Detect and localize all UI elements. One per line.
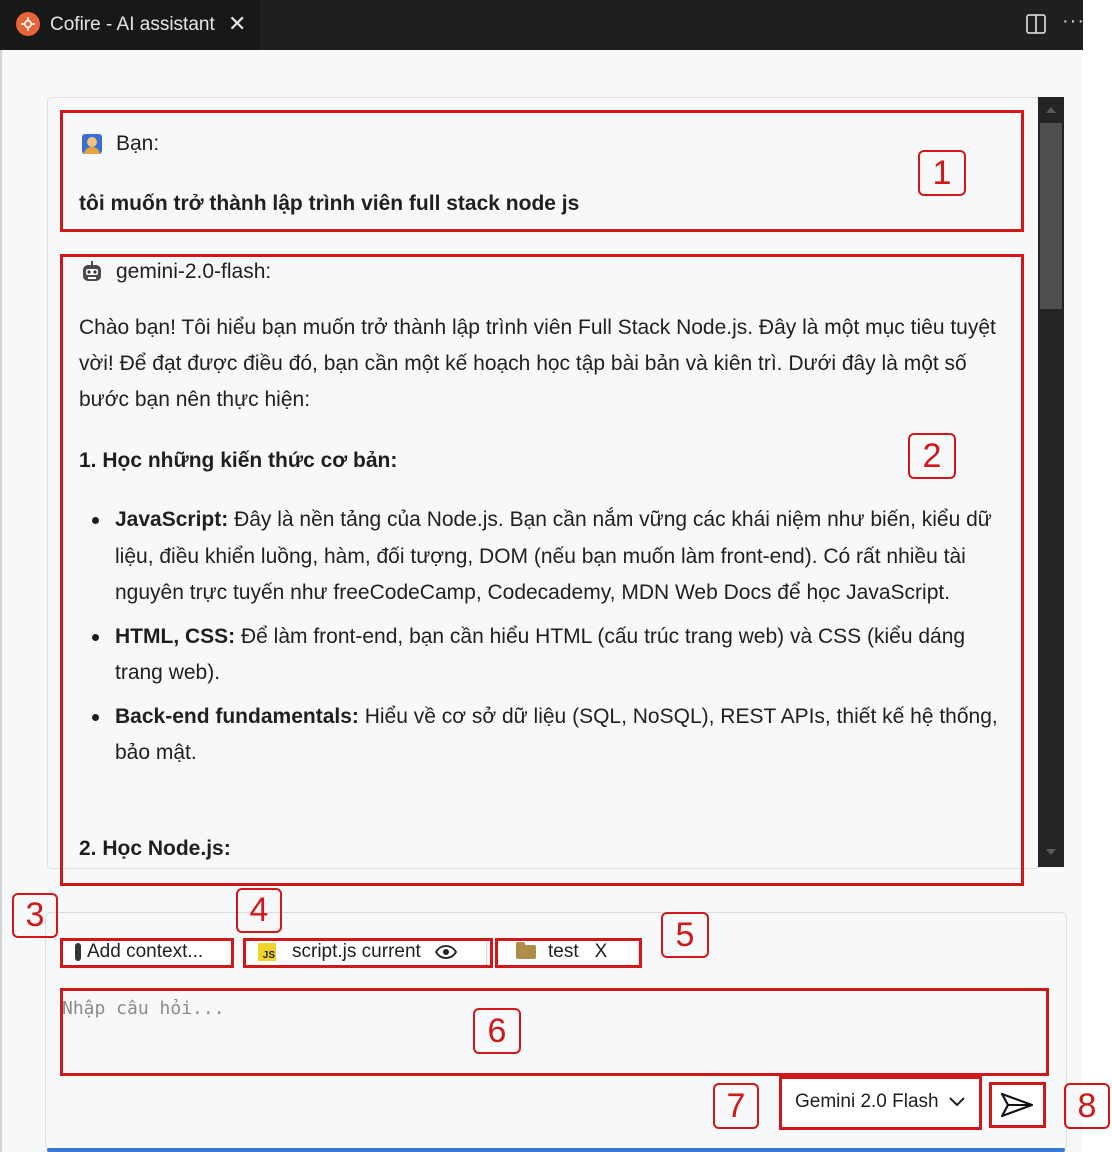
model-select-value: Gemini 2.0 Flash: [795, 1091, 939, 1112]
paperclip-icon: [75, 943, 81, 961]
editor-tab-bar: Cofire - AI assistant ✕ ···: [0, 0, 1085, 50]
bot-bullet-list: JavaScript: Đây là nền tảng của Node.js.…: [79, 502, 1009, 779]
bot-section-2-heading: 2. Học Node.js:: [79, 837, 231, 860]
input-focus-accent: [47, 1148, 1065, 1152]
annotation-badge-3: 3: [12, 893, 58, 938]
add-context-button[interactable]: Add context...: [62, 938, 234, 966]
eye-icon[interactable]: [434, 945, 457, 959]
close-icon[interactable]: ✕: [228, 11, 246, 37]
remove-context-button[interactable]: X: [595, 941, 608, 963]
chevron-down-icon: [948, 1097, 965, 1107]
robot-icon: [83, 261, 101, 281]
annotation-badge-8: 8: [1064, 1083, 1110, 1129]
add-context-label: Add context...: [87, 941, 204, 962]
list-item: JavaScript: Đây là nền tảng của Node.js.…: [79, 502, 1009, 612]
scrollbar-thumb[interactable]: [1040, 123, 1062, 309]
send-button[interactable]: [991, 1084, 1043, 1126]
bot-label: gemini-2.0-flash:: [116, 260, 272, 283]
user-label: Bạn:: [116, 132, 160, 155]
bot-section-1-heading: 1. Học những kiến thức cơ bản:: [79, 449, 398, 472]
bot-intro: Chào bạn! Tôi hiểu bạn muốn trở thành lậ…: [79, 310, 1009, 418]
list-item: HTML, CSS: Để làm front-end, bạn cần hiể…: [79, 619, 1009, 692]
tab-cofire-assistant[interactable]: Cofire - AI assistant ✕: [0, 0, 260, 50]
annotation-badge-2: 2: [908, 433, 956, 479]
folder-icon: [516, 942, 536, 959]
annotation-badge-7: 7: [713, 1083, 759, 1129]
bot-speaker: gemini-2.0-flash:: [80, 260, 271, 284]
view-border: [0, 50, 2, 1152]
folder-chip-label: test: [548, 941, 579, 962]
split-editor-icon[interactable]: [1025, 13, 1047, 35]
send-icon: [1000, 1092, 1034, 1118]
annotation-badge-1: 1: [918, 150, 966, 196]
folder-context-chip[interactable]: test X: [497, 938, 639, 966]
window-edge: [1083, 0, 1112, 1152]
tab-title: Cofire - AI assistant: [50, 14, 215, 35]
annotation-badge-5: 5: [661, 912, 709, 958]
list-item: Back-end fundamentals: Hiểu về cơ sở dữ …: [79, 699, 1009, 772]
more-actions-icon[interactable]: ···: [1062, 10, 1085, 33]
annotation-badge-6: 6: [473, 1008, 521, 1054]
user-avatar-icon: [82, 134, 102, 154]
file-chip-label: script.js current: [292, 941, 421, 962]
question-input[interactable]: [62, 990, 1046, 1072]
annotation-badge-4: 4: [236, 888, 282, 933]
user-speaker: Bạn:: [80, 132, 159, 156]
user-message: tôi muốn trở thành lập trình viên full s…: [79, 192, 580, 215]
chat-scrollbar[interactable]: [1038, 97, 1064, 867]
scroll-down-icon[interactable]: [1046, 849, 1056, 855]
cofire-logo-icon: [16, 12, 40, 36]
js-file-icon: JS: [258, 943, 276, 961]
current-file-chip[interactable]: JS script.js current: [245, 938, 487, 966]
bot-intro-text: Chào bạn! Tôi hiểu bạn muốn trở thành lậ…: [79, 316, 996, 411]
model-select[interactable]: Gemini 2.0 Flash: [781, 1078, 979, 1126]
scroll-up-icon[interactable]: [1046, 107, 1056, 113]
